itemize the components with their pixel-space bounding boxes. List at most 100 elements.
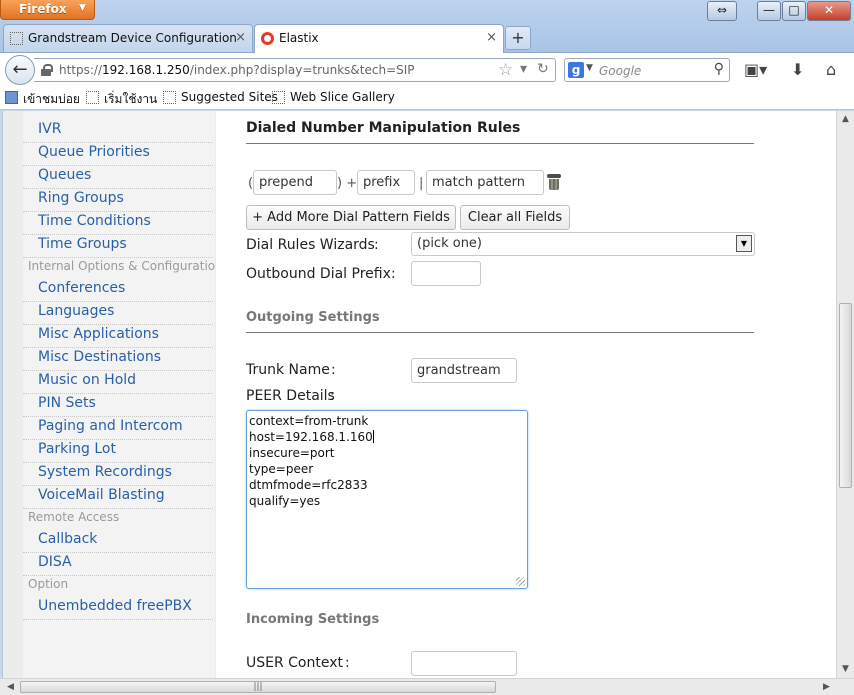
pattern-pipe: | [419,176,424,191]
outgoing-settings-heading: Outgoing Settings [246,310,380,325]
resize-grip-icon[interactable] [516,577,525,586]
bookmark-web-slice-gallery[interactable]: Web Slice Gallery [272,90,395,104]
minimize-button[interactable]: — [757,1,781,21]
sidebar-item-time-conditions[interactable]: Time Conditions [38,213,151,229]
divider [23,485,213,486]
lock-icon [41,64,53,76]
user-context-input[interactable] [411,651,517,676]
chevron-down-icon: ▼ [79,3,86,13]
sidebar: IVR Queue Priorities Queues Ring Groups … [23,111,223,678]
dial-rules-heading: Dialed Number Manipulation Rules [246,120,521,136]
search-bar[interactable]: g ▼ Google ⚲ [564,58,730,82]
sidebar-item-misc-applications[interactable]: Misc Applications [38,326,159,342]
firefox-menu-button[interactable]: Firefox ▼ [0,0,95,20]
divider [246,143,754,144]
sidebar-item-system-recordings[interactable]: System Recordings [38,464,172,480]
tab-grandstream[interactable]: Grandstream Device Configuration × [3,24,253,52]
sidebar-item-music-on-hold[interactable]: Music on Hold [38,372,136,388]
trunk-name-label: Trunk Name [246,362,330,378]
tab-label: Grandstream Device Configuration [28,31,237,45]
reload-icon[interactable]: ↻ [537,61,549,77]
prepend-input[interactable]: prepend [253,170,337,195]
back-button[interactable]: ← [5,55,35,85]
close-window-button[interactable]: ✕ [807,1,851,21]
divider [23,619,213,620]
peer-details-textarea[interactable]: context=from-trunk host=192.168.1.160 in… [246,410,528,589]
home-icon[interactable]: ⌂ [826,60,836,79]
tab-label: Elastix [279,31,319,45]
trash-icon[interactable] [547,174,561,190]
dial-rules-wizards-select[interactable]: (pick one) ▼ [411,232,755,256]
chevron-down-icon[interactable]: ▾ [520,61,527,77]
search-placeholder: Google [599,64,642,78]
sidebar-item-paging-intercom[interactable]: Paging and Intercom [38,418,183,434]
bookmark-most-visited[interactable]: เข้าชมบ่อย [5,90,80,109]
scroll-down-icon[interactable]: ▼ [837,661,854,678]
sidebar-item-conferences[interactable]: Conferences [38,280,125,296]
chevron-down-icon[interactable]: ▼ [736,235,752,252]
divider [23,188,213,189]
restore-window-button[interactable]: ⇔ [707,1,737,21]
bookmark-getting-started[interactable]: เริ่มใช้งาน [86,90,157,109]
label-colon: : [374,237,379,253]
dial-rules-wizards-label: Dial Rules Wizards [246,237,375,253]
sidebar-item-parking-lot[interactable]: Parking Lot [38,441,116,457]
sidebar-item-voicemail-blasting[interactable]: VoiceMail Blasting [38,487,165,503]
sidebar-item-disa[interactable]: DISA [38,554,72,570]
peer-line: context=from-trunk [249,414,369,428]
sidebar-item-unembedded-freepbx[interactable]: Unembedded freePBX [38,598,192,614]
prefix-input[interactable]: prefix [357,170,415,195]
scroll-right-icon[interactable]: ▶ [818,679,835,695]
add-more-dial-pattern-button[interactable]: + Add More Dial Pattern Fields [246,205,456,230]
label-colon: : [345,655,350,671]
search-icon[interactable]: ⚲ [714,61,724,77]
bookmark-suggested-sites[interactable]: Suggested Sites [163,90,278,104]
divider [23,439,213,440]
chevron-down-icon[interactable]: ▼ [586,63,593,73]
sidebar-item-callback[interactable]: Callback [38,531,97,547]
sidebar-item-time-groups[interactable]: Time Groups [38,236,127,252]
match-pattern-input[interactable]: match pattern [426,170,544,195]
new-tab-button[interactable]: + [505,26,531,50]
divider [246,332,754,333]
navigation-bar: https://192.168.1.250/index.php?display=… [0,52,854,86]
peer-line: insecure=port [249,446,335,460]
bookmark-star-icon[interactable]: ☆ [498,60,513,80]
vertical-scrollbar[interactable]: ▲ ▼ [836,111,854,678]
trunk-form: Dialed Number Manipulation Rules ( prepe… [216,111,836,678]
firefox-menu-label: Firefox [19,2,67,16]
trunk-name-input[interactable]: grandstream [411,358,517,383]
scroll-up-icon[interactable]: ▲ [837,111,854,128]
close-icon[interactable]: × [235,30,246,45]
download-icon[interactable]: ⬇ [791,60,804,79]
scroll-thumb[interactable] [839,303,852,488]
close-icon[interactable]: × [486,30,497,45]
divider [23,211,213,212]
scroll-left-icon[interactable]: ◀ [2,679,19,695]
url-bar[interactable]: https://192.168.1.250/index.php?display=… [34,58,556,82]
scroll-thumb[interactable]: ||| [20,681,496,693]
sidebar-item-pin-sets[interactable]: PIN Sets [38,395,96,411]
sidebar-item-queue-priorities[interactable]: Queue Priorities [38,144,150,160]
sidebar-item-queues[interactable]: Queues [38,167,91,183]
divider [23,234,213,235]
sidebar-item-misc-destinations[interactable]: Misc Destinations [38,349,161,365]
peer-line: dtmfmode=rfc2833 [249,478,368,492]
bookmarks-toolbar: เข้าชมบ่อย เริ่มใช้งาน Suggested Sites W… [0,86,854,110]
sidebar-item-ring-groups[interactable]: Ring Groups [38,190,124,206]
bookmarks-menu-icon[interactable]: ▣▾ [744,60,767,79]
text-cursor [372,430,374,443]
selected-value: (pick one) [417,236,483,251]
divider [23,347,213,348]
sidebar-item-languages[interactable]: Languages [38,303,114,319]
tab-elastix[interactable]: Elastix × [254,24,504,53]
outbound-prefix-input[interactable] [411,261,481,286]
clear-all-fields-button[interactable]: Clear all Fields [460,205,570,230]
sidebar-item-ivr[interactable]: IVR [38,121,61,137]
google-icon[interactable]: g [568,62,584,78]
divider [23,393,213,394]
divider [23,552,213,553]
maximize-button[interactable]: □ [782,1,806,21]
label-colon: : [330,388,335,404]
horizontal-scrollbar[interactable]: ◀ ||| ▶ [0,678,854,695]
